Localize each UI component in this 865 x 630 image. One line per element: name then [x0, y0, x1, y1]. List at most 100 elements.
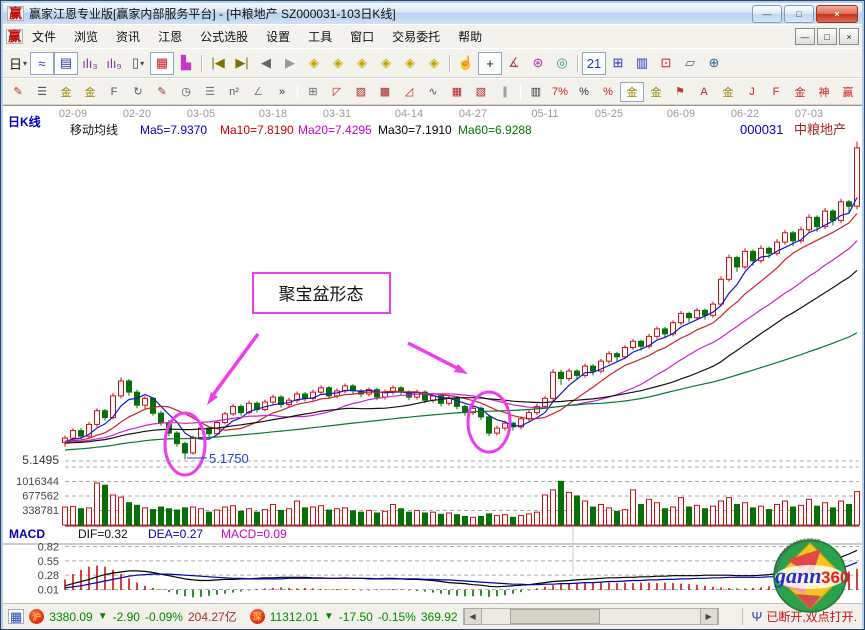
next-page-button[interactable]: ▶: [278, 52, 302, 75]
candle-body[interactable]: [271, 397, 276, 402]
candle-body[interactable]: [223, 414, 228, 423]
candle-body[interactable]: [639, 341, 644, 346]
crosshair-button[interactable]: +: [478, 52, 502, 75]
percent-cross-button[interactable]: 7%: [548, 82, 572, 102]
candle-body[interactable]: [783, 233, 788, 242]
square-grid-button[interactable]: ⊞: [301, 82, 325, 102]
grid-fan-button[interactable]: ▨: [349, 82, 373, 102]
scrollbar-track[interactable]: [482, 609, 700, 624]
candle-body[interactable]: [663, 329, 668, 334]
last-page-button[interactable]: ▶|: [230, 52, 254, 75]
gann-rose-button[interactable]: ⊛: [526, 52, 550, 75]
menu-item-3[interactable]: 江恩: [149, 25, 191, 48]
candle-body[interactable]: [631, 341, 636, 347]
minute-3-button[interactable]: ılı₃: [78, 52, 102, 75]
candle-body[interactable]: [79, 431, 84, 437]
si-angle-button[interactable]: 四: [860, 82, 865, 102]
mdi-close-button[interactable]: ×: [839, 28, 859, 45]
maximize-button[interactable]: □: [784, 5, 814, 23]
candle-body[interactable]: [607, 354, 612, 361]
pen-lines-button[interactable]: ✎: [150, 82, 174, 102]
candle-body[interactable]: [655, 329, 660, 336]
time-circle-button[interactable]: ◷: [174, 82, 198, 102]
minute-9-button[interactable]: ılı₉: [102, 52, 126, 75]
candle-body[interactable]: [231, 406, 236, 413]
gann-diamond-left-button[interactable]: ◈: [302, 52, 326, 75]
candle-body[interactable]: [327, 388, 332, 396]
f-angle-button[interactable]: F: [764, 82, 788, 102]
prev-page-button[interactable]: ◀: [254, 52, 278, 75]
kline-chart[interactable]: 02-0902-2003-0503-1803-3104-1404-2705-11…: [3, 106, 862, 603]
candle-body[interactable]: [143, 398, 148, 405]
angle-measure-button[interactable]: ∡: [502, 52, 526, 75]
candle-body[interactable]: [847, 202, 852, 206]
menu-item-6[interactable]: 工具: [299, 25, 341, 48]
percent-button[interactable]: %: [572, 82, 596, 102]
ray-button[interactable]: ◿: [397, 82, 421, 102]
price-bars-button[interactable]: ▥: [524, 82, 548, 102]
shen-angle-button[interactable]: 神: [812, 82, 836, 102]
close-button[interactable]: ×: [816, 5, 858, 23]
menu-item-9[interactable]: 帮助: [449, 25, 491, 48]
gann-diamond-compress-button[interactable]: ◈: [350, 52, 374, 75]
ying-angle-button[interactable]: 赢: [836, 82, 860, 102]
fan-button[interactable]: ◸: [325, 82, 349, 102]
pan-hand-button[interactable]: ☝: [454, 52, 478, 75]
gann-diamond-expand-button[interactable]: ◈: [374, 52, 398, 75]
candle-body[interactable]: [551, 372, 556, 398]
a-pattern-button[interactable]: A: [692, 82, 716, 102]
candle-body[interactable]: [119, 381, 124, 396]
candle-body[interactable]: [767, 248, 772, 253]
grid-arrow-button[interactable]: ▧: [469, 82, 493, 102]
gold-angle-button[interactable]: 金: [716, 82, 740, 102]
candle-body[interactable]: [567, 371, 572, 378]
flag-button[interactable]: ⚑: [668, 82, 692, 102]
title-bar[interactable]: 赢 赢家江恩专业版[赢家内部服务平台] - [中粮地产 SZ000031-103…: [3, 3, 862, 24]
candle-body[interactable]: [839, 202, 844, 221]
transfer-button[interactable]: ⊕: [702, 52, 726, 75]
export-button[interactable]: ▱: [678, 52, 702, 75]
gold-circle-button[interactable]: 金: [620, 82, 644, 102]
save-button[interactable]: ⊡: [654, 52, 678, 75]
candle-body[interactable]: [159, 413, 164, 422]
candle-body[interactable]: [71, 431, 76, 438]
candle-body[interactable]: [183, 444, 188, 453]
candle-body[interactable]: [815, 217, 820, 226]
chart-area[interactable]: 02-0902-2003-0503-1803-3104-1404-2705-11…: [3, 105, 862, 603]
minimize-button[interactable]: —: [752, 5, 782, 23]
menu-item-4[interactable]: 公式选股: [191, 25, 257, 48]
red-grid-button[interactable]: ▦: [445, 82, 469, 102]
candle-body[interactable]: [679, 313, 684, 322]
candle-body[interactable]: [503, 423, 508, 428]
mdi-minimize-button[interactable]: —: [795, 28, 815, 45]
fib-lines-button[interactable]: F: [102, 82, 126, 102]
parallel-button[interactable]: ∥: [493, 82, 517, 102]
candle-body[interactable]: [615, 354, 620, 357]
draw-pen-button[interactable]: ✎: [6, 82, 30, 102]
candle-body[interactable]: [495, 428, 500, 433]
menu-item-7[interactable]: 窗口: [341, 25, 383, 48]
candle-body[interactable]: [743, 251, 748, 267]
menu-item-8[interactable]: 交易委托: [383, 25, 449, 48]
candle-body[interactable]: [191, 437, 196, 453]
zigzag-button[interactable]: ∿: [421, 82, 445, 102]
scroll-left-icon[interactable]: ◀: [464, 608, 482, 625]
candle-body[interactable]: [791, 233, 796, 241]
gold-lines-button[interactable]: 金: [54, 82, 78, 102]
candle-body[interactable]: [239, 406, 244, 412]
trend-wave-button[interactable]: ≈: [30, 52, 54, 75]
calendar-button[interactable]: 21: [582, 52, 606, 75]
scrollbar-thumb[interactable]: [510, 609, 600, 624]
map-mode-button[interactable]: ▦: [150, 52, 174, 75]
first-page-button[interactable]: |◀: [206, 52, 230, 75]
horizontal-scrollbar[interactable]: ◀ ▶: [463, 608, 719, 625]
n-square-button[interactable]: n²: [222, 82, 246, 102]
notes-button[interactable]: ▥: [630, 52, 654, 75]
menu-item-1[interactable]: 浏览: [65, 25, 107, 48]
candle-body[interactable]: [623, 348, 628, 357]
candle-body[interactable]: [727, 258, 732, 280]
candle-body[interactable]: [807, 217, 812, 229]
gann-diamond-right-button[interactable]: ◈: [326, 52, 350, 75]
candle-body[interactable]: [855, 148, 860, 206]
net-box-button[interactable]: ▩: [373, 82, 397, 102]
